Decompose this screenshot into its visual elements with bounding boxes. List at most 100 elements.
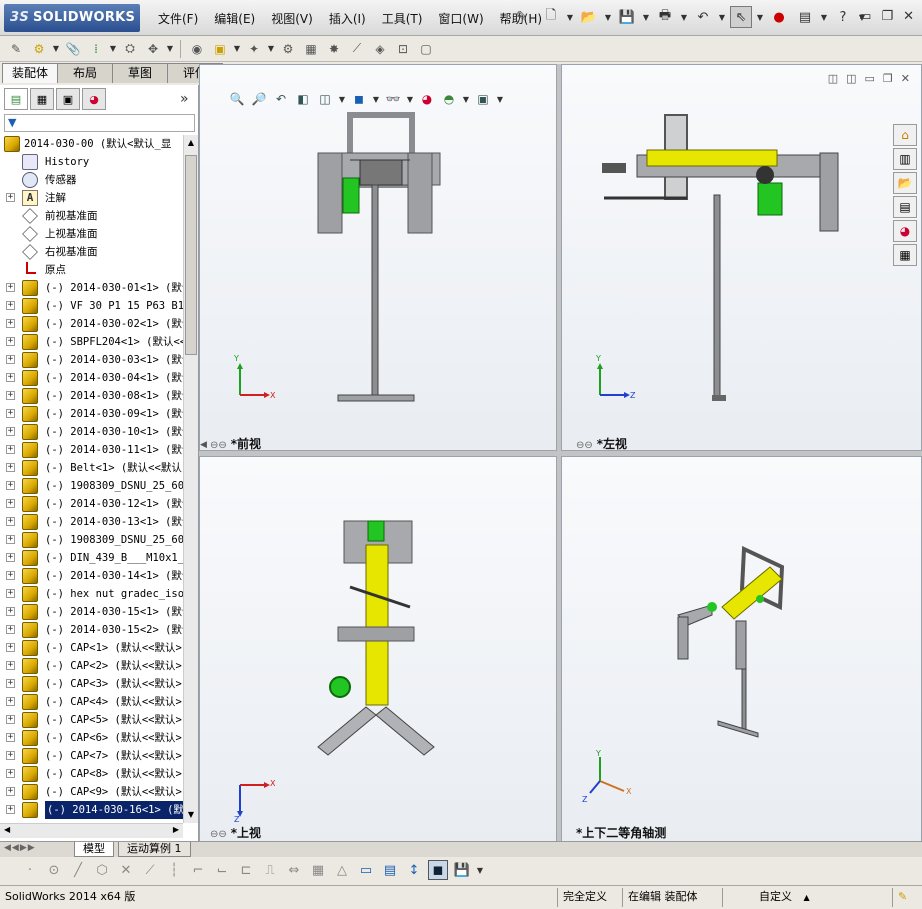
home-icon[interactable]: ⌂ [893,124,917,146]
tree-item[interactable]: History [0,153,183,171]
expand-icon[interactable]: + [6,499,15,508]
view-link-icon[interactable]: ⊖⊖ [210,440,227,450]
view-palette-icon[interactable]: ▤ [893,196,917,218]
save-dropdown-icon[interactable]: ▼ [642,6,650,28]
undo-icon[interactable]: ↶ [692,6,714,28]
pin-icon[interactable]: ✎ [516,9,528,25]
viewport-option-1-icon[interactable]: ◫ [828,72,838,85]
custom-properties-icon[interactable]: ▦ [893,244,917,266]
instant3d-icon[interactable]: ⊡ [393,39,413,59]
tab-assembly[interactable]: 装配体 [2,63,58,83]
expand-icon[interactable]: + [6,463,15,472]
scene-dropdown-icon[interactable]: ▼ [462,90,470,108]
tab-model[interactable]: 模型 [74,842,114,857]
expand-icon[interactable]: + [6,715,15,724]
centerline-icon[interactable]: ┆ [164,860,184,880]
expand-icon[interactable]: + [6,679,15,688]
sketch-chamfer-icon[interactable]: ⌙ [212,860,232,880]
smart-dimension-icon[interactable]: ⇔ [284,860,304,880]
tree-component[interactable]: + (-) 2014-030-10<1> (默认 [0,423,183,441]
menu-view[interactable]: 视图(V) [263,10,321,27]
tree-filter-input[interactable]: ▼ [4,114,195,132]
tree-component[interactable]: + (-) 2014-030-16<1> (默认 [0,801,183,819]
tree-item[interactable]: 前视基准面 [0,207,183,225]
tree-component[interactable]: + (-) CAP<8> (默认<<默认> [0,765,183,783]
scroll-left-icon[interactable]: ◀ [4,825,10,834]
pattern-dropdown-icon[interactable]: ▼ [109,38,117,60]
tree-component[interactable]: + (-) Belt<1> (默认<<默认 [0,459,183,477]
viewport-isometric[interactable]: Y X Z *上下二等角轴测 [561,456,922,842]
expand-icon[interactable]: + [6,427,15,436]
display-manager-tab-icon[interactable]: ◕ [82,88,106,110]
move-component-icon[interactable]: ✥ [143,39,163,59]
features-dropdown-icon[interactable]: ▼ [233,38,241,60]
menu-edit[interactable]: 编辑(E) [206,10,263,27]
expand-icon[interactable]: + [6,787,15,796]
view-link-icon[interactable]: ⊖⊖ [210,829,227,840]
menu-tools[interactable]: 工具(T) [374,10,431,27]
table-icon[interactable]: ▤ [380,860,400,880]
expand-icon[interactable]: + [6,409,15,418]
tree-component[interactable]: + (-) CAP<4> (默认<<默认> [0,693,183,711]
expand-icon[interactable]: + [6,337,15,346]
tree-component[interactable]: + (-) CAP<5> (默认<<默认> [0,711,183,729]
open-folder-icon[interactable]: 📂 [578,6,600,28]
window-tile-icon[interactable]: ▭ [356,860,376,880]
minimize-icon[interactable]: ▭ [859,9,871,24]
view-settings-dropdown-icon[interactable]: ▼ [496,90,504,108]
smart-fasteners-icon[interactable]: ⛭ [120,39,140,59]
bill-of-materials-icon[interactable]: ▦ [301,39,321,59]
new-dropdown-icon[interactable]: ▼ [566,6,574,28]
tree-component[interactable]: + (-) CAP<9> (默认<<默认> [0,783,183,801]
menu-file[interactable]: 文件(F) [150,10,206,27]
close-icon[interactable]: ✕ [903,9,914,24]
shaded-display-icon[interactable]: ◼ [428,860,448,880]
expand-icon[interactable]: + [6,553,15,562]
tree-component[interactable]: + (-) hex nut gradec_iso_ [0,585,183,603]
tree-component[interactable]: + (-) CAP<7> (默认<<默认> [0,747,183,765]
tree-component[interactable]: + (-) 1908309_DSNU_25_60_ [0,477,183,495]
tree-component[interactable]: + (-) 2014-030-14<1> (默认 [0,567,183,585]
edit-appearance-icon[interactable]: ◕ [418,90,436,108]
interference-detection-icon[interactable]: ◈ [370,39,390,59]
tree-component[interactable]: + (-) SBPFL204<1> (默认<< [0,333,183,351]
expand-icon[interactable]: + [6,589,15,598]
explode-line-sketch-icon[interactable]: ⟋ [347,39,367,59]
tree-item[interactable]: 原点 [0,261,183,279]
view-orientation-icon[interactable]: ◫ [316,90,334,108]
tree-vertical-scrollbar[interactable]: ▲ ▼ [183,135,198,823]
tree-component[interactable]: + (-) 2014-030-01<1> (默认 [0,279,183,297]
reference-dropdown-icon[interactable]: ▼ [267,38,275,60]
solidworks-logo[interactable]: 3S SOLIDWORKS [4,4,140,32]
tree-component[interactable]: + (-) 1908309_DSNU_25_60_ [0,531,183,549]
expand-icon[interactable]: + [6,805,15,814]
viewport-restore-icon[interactable]: ❐ [883,72,893,85]
trim-icon[interactable]: ✕ [116,860,136,880]
toolbar-dropdown-icon[interactable]: ▼ [476,859,484,881]
expand-icon[interactable]: + [6,301,15,310]
tab-sketch[interactable]: 草图 [112,63,168,83]
open-dropdown-icon[interactable]: ▼ [604,6,612,28]
edit-component-icon[interactable]: ✎ [6,39,26,59]
expand-icon[interactable] [6,157,15,166]
view-toggle-icon[interactable]: ▢ [416,39,436,59]
line-icon[interactable]: ╱ [68,860,88,880]
print-dropdown-icon[interactable]: ▼ [680,6,688,28]
point-icon[interactable]: · [20,860,40,880]
apply-scene-icon[interactable]: ◓ [440,90,458,108]
expand-icon[interactable]: + [6,193,15,202]
mate-icon[interactable]: 📎 [63,39,83,59]
tree-component[interactable]: + (-) CAP<3> (默认<<默认> [0,675,183,693]
viewport-front[interactable]: Y X ⊖⊖ *前视 [199,64,557,451]
viewport-left[interactable]: Y Z ⊖⊖ *左视 [561,64,922,451]
viewport-top[interactable]: Z X ⊖⊖ *上视 [199,456,557,842]
options-dropdown-icon[interactable]: ▼ [820,6,828,28]
triangle-icon[interactable]: △ [332,860,352,880]
new-document-icon[interactable]: 🗋 [540,6,562,28]
expand-icon[interactable]: + [6,625,15,634]
scroll-down-icon[interactable]: ▼ [185,808,197,822]
tree-component[interactable]: + (-) 2014-030-04<1> (默认 [0,369,183,387]
tree-component[interactable]: + (-) 2014-030-15<1> (默认 [0,603,183,621]
expand-icon[interactable]: + [6,517,15,526]
tree-component[interactable]: + (-) VF 30 P1 15 P63 B14 [0,297,183,315]
